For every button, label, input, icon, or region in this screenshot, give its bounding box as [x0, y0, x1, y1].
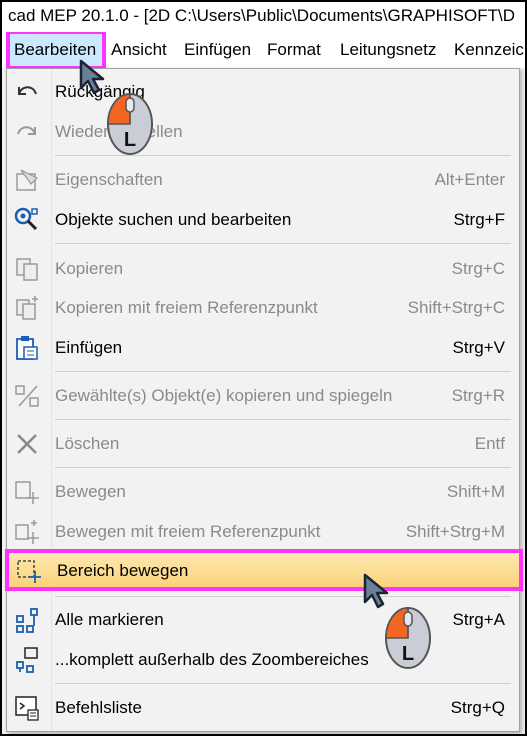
menu-item-label: Kopieren — [55, 259, 124, 278]
menu-item-shortcut: Alt+Enter — [434, 170, 505, 189]
menu-item-label: Gewählte(s) Objekt(e) kopieren und spieg… — [55, 386, 393, 405]
menu-item-find-select[interactable]: Objekte suchen und bearbeiten Strg+F — [7, 202, 519, 238]
delete-icon — [13, 430, 41, 458]
menu-einfuegen[interactable]: Einfügen — [178, 32, 257, 68]
command-list-icon — [13, 694, 41, 722]
menu-separator — [55, 596, 511, 597]
menu-item-label: Bewegen — [55, 482, 126, 501]
move-reference-icon — [13, 518, 41, 546]
menu-item-command-list[interactable]: Befehlsliste Strg+Q — [7, 690, 519, 726]
menu-item-redo[interactable]: Wiederherstellen — [7, 114, 519, 150]
menu-item-label: Wiederherstellen — [55, 122, 183, 141]
menu-item-paste[interactable]: Einfügen Strg+V — [7, 330, 519, 366]
menu-item-delete[interactable]: Löschen Entf — [7, 426, 519, 462]
menu-item-properties[interactable]: Eigenschaften Alt+Enter — [7, 162, 519, 198]
select-all-icon — [13, 606, 41, 634]
menu-separator — [55, 419, 511, 420]
menu-item-move-reference[interactable]: Bewegen mit freiem Referenzpunkt Shift+S… — [7, 514, 519, 550]
menu-item-shortcut: Strg+V — [452, 338, 505, 357]
paste-icon — [13, 334, 41, 362]
menu-item-label: Objekte suchen und bearbeiten — [55, 210, 292, 229]
menu-item-label: Kopieren mit freiem Referenzpunkt — [55, 298, 318, 317]
menu-item-label: Bewegen mit freiem Referenzpunkt — [55, 522, 321, 541]
menu-item-undo[interactable]: Rückgängig — [7, 74, 519, 110]
undo-icon — [13, 78, 41, 106]
menu-bar: Bearbeiten Ansicht Einfügen Format Leitu… — [2, 32, 525, 68]
copy-icon — [13, 255, 41, 283]
menu-item-move-area[interactable]: Bereich bewegen — [5, 549, 523, 591]
menu-item-copy[interactable]: Kopieren Strg+C — [7, 251, 519, 287]
menu-separator — [55, 683, 511, 684]
menu-separator — [55, 155, 511, 156]
menu-item-label: Befehlsliste — [55, 698, 142, 717]
menu-format[interactable]: Format — [261, 32, 327, 68]
menu-item-shortcut: Strg+Q — [450, 698, 505, 717]
redo-icon — [13, 118, 41, 146]
find-select-icon — [13, 206, 41, 234]
menu-item-move[interactable]: Bewegen Shift+M — [7, 474, 519, 510]
menu-leitungsnetz[interactable]: Leitungsnetz — [334, 32, 442, 68]
menu-item-select-all[interactable]: Alle markieren Strg+A — [7, 602, 519, 638]
menu-item-label: Eigenschaften — [55, 170, 163, 189]
menu-item-shortcut: Strg+R — [451, 386, 505, 405]
menu-item-label: Löschen — [55, 434, 120, 453]
menu-item-label: ...komplett außerhalb des Zoombereiches — [55, 650, 369, 669]
menu-item-copy-reference[interactable]: Kopieren mit freiem Referenzpunkt Shift+… — [7, 290, 519, 326]
copy-reference-icon — [13, 294, 41, 322]
menu-kennzeichnung[interactable]: Kennzeich — [448, 32, 525, 68]
menu-separator — [55, 371, 511, 372]
move-icon — [13, 478, 41, 506]
copy-mirror-icon — [13, 382, 41, 410]
move-area-icon — [15, 557, 43, 585]
menu-item-label: Alle markieren — [55, 610, 164, 629]
menu-ansicht[interactable]: Ansicht — [105, 32, 173, 68]
select-outside-zoom-icon — [13, 646, 41, 674]
menu-item-shortcut: Shift+M — [446, 482, 505, 501]
menu-item-label: Rückgängig — [55, 82, 145, 101]
menu-separator — [55, 467, 511, 468]
application-window: cad MEP 20.1.0 - [2D C:\Users\Public\Doc… — [0, 0, 527, 736]
properties-icon — [13, 166, 41, 194]
menu-item-shortcut: Shift+Strg+C — [407, 298, 505, 317]
menu-item-shortcut: Strg+C — [451, 259, 505, 278]
menu-bearbeiten[interactable]: Bearbeiten — [6, 32, 106, 68]
menu-item-shortcut: Strg+A — [452, 610, 505, 629]
menu-item-shortcut: Entf — [474, 434, 505, 453]
menu-item-shortcut: Shift+Strg+M — [405, 522, 505, 541]
menu-item-copy-mirror[interactable]: Gewählte(s) Objekt(e) kopieren und spieg… — [7, 378, 519, 414]
edit-dropdown-menu: Rückgängig Wiederherstellen Eigenschafte… — [5, 68, 523, 732]
menu-item-select-outside-zoom[interactable]: ...komplett außerhalb des Zoombereiches — [7, 642, 519, 678]
menu-separator — [55, 243, 511, 244]
window-title: cad MEP 20.1.0 - [2D C:\Users\Public\Doc… — [2, 2, 525, 32]
menu-item-shortcut: Strg+F — [453, 210, 506, 229]
menu-item-label: Bereich bewegen — [57, 561, 189, 580]
menu-item-label: Einfügen — [55, 338, 123, 357]
